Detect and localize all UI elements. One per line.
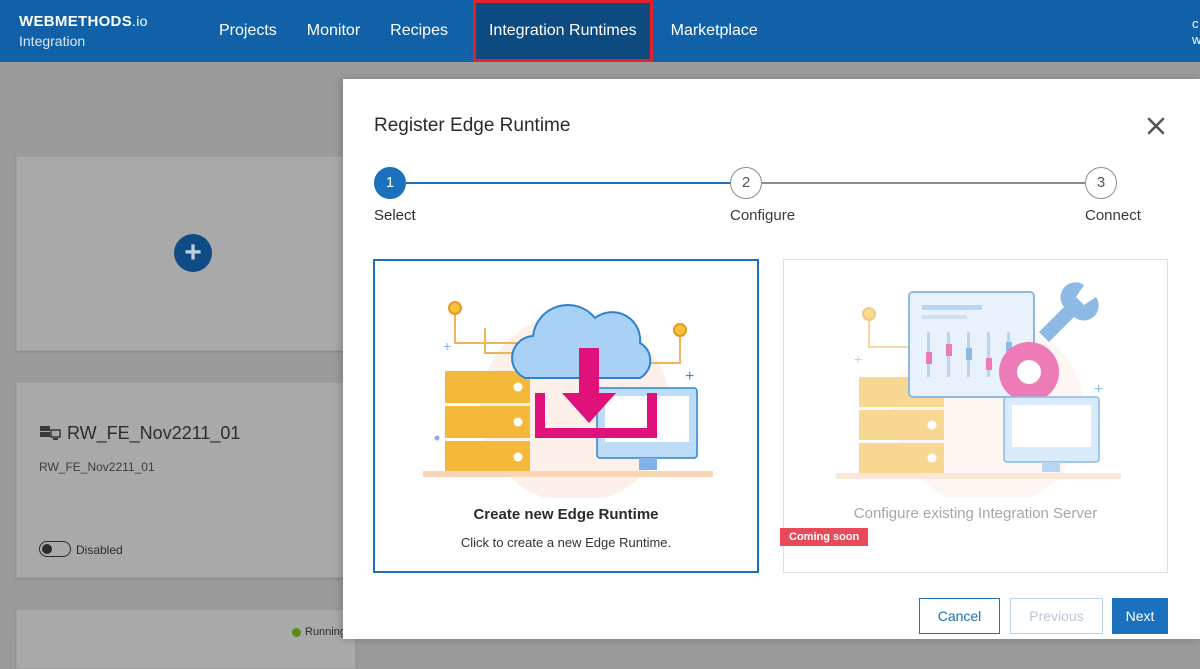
server-icon xyxy=(40,425,61,440)
step-connector-pending xyxy=(762,182,1085,184)
dialog-title: Register Edge Runtime xyxy=(374,115,571,136)
cloud-download-server-illustration-icon: + + xyxy=(423,301,713,498)
cancel-button[interactable]: Cancel xyxy=(919,598,1000,634)
close-icon[interactable] xyxy=(1146,116,1166,136)
runtime-card-title: RW_FE_Nov2211_01 xyxy=(39,423,240,444)
step-2-indicator: 2 xyxy=(730,167,762,199)
nav-marketplace[interactable]: Marketplace xyxy=(656,0,773,62)
main-nav: Projects Monitor Recipes Integration Run… xyxy=(204,0,773,62)
runtime-enable-toggle[interactable] xyxy=(39,541,71,557)
runtime-card-subtitle: RW_FE_Nov2211_01 xyxy=(39,460,155,474)
nav-projects[interactable]: Projects xyxy=(204,0,292,62)
previous-button[interactable]: Previous xyxy=(1010,598,1103,634)
step-connector-complete xyxy=(406,182,731,184)
option-title: Create new Edge Runtime xyxy=(473,506,659,523)
runtime-card[interactable]: RW_FE_Nov2211_01 RW_FE_Nov2211_01 Disabl… xyxy=(16,382,356,578)
option-create-new-edge-runtime[interactable]: + + Create new Edge Runtime Click to cre… xyxy=(373,259,759,573)
brand-subtitle: Integration xyxy=(19,33,86,49)
running-status-dot-icon xyxy=(292,627,301,637)
next-button[interactable]: Next xyxy=(1112,598,1168,634)
user-menu-partial[interactable]: c w xyxy=(1192,16,1200,48)
step-1-indicator: 1 xyxy=(374,167,406,199)
status-text: Running xyxy=(305,626,346,638)
nav-recipes[interactable]: Recipes xyxy=(375,0,463,62)
top-navigation-bar: WEBMETHODS.io Integration Projects Monit… xyxy=(0,0,1200,62)
step-3-indicator: 3 xyxy=(1085,167,1117,199)
toggle-knob xyxy=(42,544,52,554)
status-badge: Running xyxy=(292,626,346,638)
option-configure-existing-integration-server: + + Configure existing Integration Serve… xyxy=(780,259,1168,573)
svg-text:+: + xyxy=(854,351,862,367)
runtime-card-partial[interactable]: Running xyxy=(16,609,356,669)
brand-logo[interactable]: WEBMETHODS.io Integration xyxy=(19,12,148,50)
add-runtime-card[interactable]: + xyxy=(16,156,356,351)
coming-soon-badge: Coming soon xyxy=(780,528,869,546)
register-edge-runtime-dialog: Register Edge Runtime 1 2 3 Select Confi… xyxy=(343,79,1200,639)
toggle-label: Disabled xyxy=(76,543,123,557)
brand-name: WEBMETHODS.io xyxy=(19,13,148,30)
step-1-label: Select xyxy=(374,207,416,224)
option-title: Configure existing Integration Server xyxy=(853,505,1098,522)
wizard-stepper: 1 2 3 Select Configure Connect xyxy=(374,166,1144,226)
runtime-card-name: RW_FE_Nov2211_01 xyxy=(67,423,241,443)
option-description: Click to create a new Edge Runtime. xyxy=(460,535,672,550)
step-2-label: Configure xyxy=(730,207,796,224)
plus-icon[interactable]: + xyxy=(174,234,212,272)
svg-text:+: + xyxy=(443,338,451,354)
nav-monitor[interactable]: Monitor xyxy=(292,0,375,62)
svg-text:+: + xyxy=(1094,381,1103,398)
nav-integration-runtimes[interactable]: Integration Runtimes xyxy=(472,0,653,62)
step-3-label: Connect xyxy=(1085,207,1141,224)
svg-text:+: + xyxy=(685,368,694,385)
monitor-settings-illustration-icon: + + xyxy=(836,282,1121,497)
